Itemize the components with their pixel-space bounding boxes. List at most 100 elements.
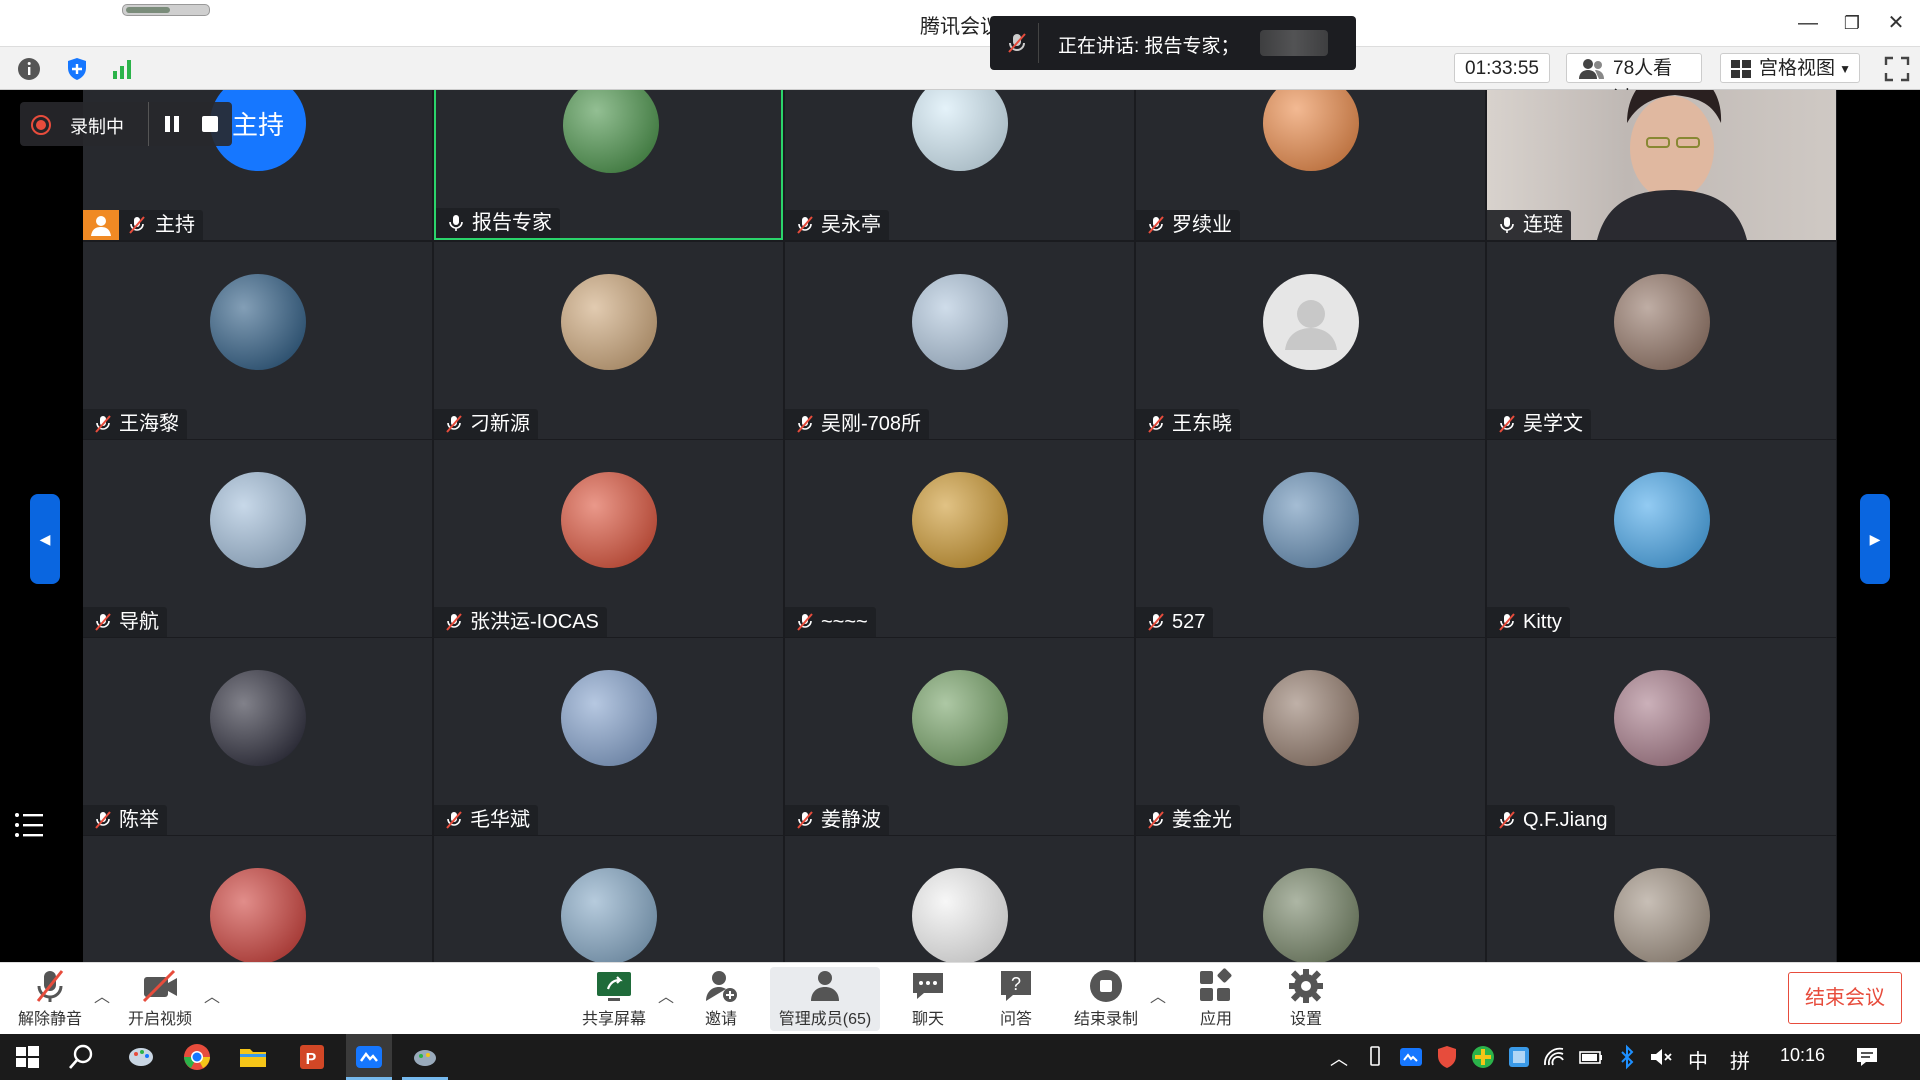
wifi-icon[interactable] [1542, 1044, 1568, 1070]
participant-name-tag: 张洪运-IOCAS [434, 607, 607, 637]
paint-app-icon[interactable] [124, 1040, 158, 1074]
restore-button[interactable]: ❐ [1834, 8, 1870, 38]
participant-tile[interactable]: 毛华斌 [434, 638, 783, 835]
participant-tile[interactable]: ~~~~ [785, 440, 1134, 637]
signal-bars-icon[interactable] [110, 56, 136, 82]
grid-view-icon [1731, 60, 1751, 78]
participant-tile[interactable]: Kitty [1487, 440, 1836, 637]
chevron-up-icon[interactable]: ︿ [658, 983, 674, 1007]
chevron-up-icon[interactable]: ︿ [1330, 1045, 1348, 1071]
tencent-meeting-icon[interactable] [352, 1040, 386, 1074]
minimize-button[interactable]: — [1790, 8, 1826, 38]
participant-tile[interactable]: 罗续业 [1136, 90, 1485, 240]
apps-button[interactable]: 应用 [1186, 967, 1246, 1031]
next-page-arrow[interactable]: ▶ [1860, 494, 1890, 584]
participant-tile[interactable]: 王海黎 [83, 242, 432, 439]
avatar [1614, 670, 1710, 766]
mic-muted-icon [797, 811, 813, 829]
avatar [1614, 472, 1710, 568]
start-video-button[interactable]: 开启视频 [122, 967, 198, 1031]
participant-name-tag: ~~~~ [785, 607, 876, 637]
attendance-button[interactable]: 78人看过 [1566, 53, 1702, 109]
participant-tile[interactable]: 王东晓 [1136, 242, 1485, 439]
mic-muted-icon [797, 613, 813, 631]
invite-label: 邀请 [704, 1011, 737, 1028]
chrome-icon[interactable] [180, 1040, 214, 1074]
shield-icon[interactable] [64, 56, 90, 82]
avatar [912, 670, 1008, 766]
drag-handle[interactable] [122, 4, 210, 16]
qa-label: 问答 [999, 1011, 1032, 1028]
volume-muted-icon[interactable] [1648, 1044, 1674, 1070]
participant-tile[interactable]: 刁新源 [434, 242, 783, 439]
file-explorer-icon[interactable] [236, 1040, 270, 1074]
control-bar: 解除静音 ︿ 开启视频 ︿ 共享屏幕 ︿ 邀请 管理成员(65) 聊天 ? 问答… [0, 962, 1920, 1035]
mic-muted-icon [797, 216, 813, 234]
participant-tile[interactable]: 吴永亭 [785, 90, 1134, 240]
tray-app-icon[interactable] [1470, 1044, 1496, 1070]
invite-button[interactable]: 邀请 [688, 967, 754, 1031]
participant-tile[interactable] [1136, 836, 1485, 962]
battery-icon[interactable] [1578, 1044, 1604, 1070]
participant-tile[interactable]: 吴刚-708所 [785, 242, 1134, 439]
manage-members-button[interactable]: 管理成员(65) [770, 967, 880, 1031]
participant-tile[interactable] [785, 836, 1134, 962]
participant-tile[interactable]: Q.F.Jiang [1487, 638, 1836, 835]
members-icon [811, 971, 839, 1001]
usb-icon[interactable] [1362, 1044, 1388, 1070]
end-meeting-button[interactable]: 结束会议 [1788, 972, 1902, 1024]
share-screen-button[interactable]: 共享屏幕 [576, 967, 652, 1031]
participant-name: 王海黎 [119, 413, 179, 435]
stop-recording-button[interactable]: 结束录制 [1068, 967, 1144, 1031]
clock[interactable]: 10:16 [1780, 1045, 1825, 1066]
settings-button[interactable]: 设置 [1276, 967, 1336, 1031]
chevron-up-icon[interactable]: ︿ [204, 983, 220, 1007]
fullscreen-icon[interactable] [1884, 56, 1910, 82]
qa-button[interactable]: ? 问答 [986, 967, 1046, 1031]
participant-tile[interactable]: 姜静波 [785, 638, 1134, 835]
chat-icon [913, 973, 943, 999]
participant-tile[interactable]: 527 [1136, 440, 1485, 637]
participant-tile[interactable]: 连琏 [1487, 90, 1836, 240]
windows-start-icon[interactable] [10, 1040, 44, 1074]
input-method-indicator[interactable]: 中 [1688, 1045, 1708, 1074]
powerpoint-icon[interactable]: P [294, 1040, 328, 1074]
notification-icon[interactable] [1854, 1044, 1880, 1070]
mic-muted-icon [95, 811, 111, 829]
unmute-button[interactable]: 解除静音 [12, 967, 88, 1031]
participant-name: 连琏 [1523, 214, 1563, 236]
participant-name: 吴刚-708所 [821, 413, 922, 435]
participant-tile[interactable] [1487, 836, 1836, 962]
participant-tile[interactable] [83, 836, 432, 962]
participant-tile[interactable]: 姜金光 [1136, 638, 1485, 835]
bluetooth-icon[interactable] [1614, 1044, 1640, 1070]
participant-name: 张洪运-IOCAS [470, 611, 599, 633]
tray-app-icon[interactable] [1506, 1044, 1532, 1070]
security-shield-icon[interactable] [1434, 1044, 1460, 1070]
stop-icon[interactable] [200, 114, 220, 134]
invite-icon [706, 971, 737, 1002]
info-icon[interactable] [16, 56, 42, 82]
speaker-wave [1260, 30, 1328, 56]
participant-tile[interactable]: 报告专家 [434, 90, 783, 240]
member-list-icon[interactable] [14, 812, 44, 838]
previous-page-arrow[interactable]: ◀ [30, 494, 60, 584]
app-icon[interactable] [408, 1040, 442, 1074]
participant-name: 毛华斌 [470, 809, 530, 831]
avatar [912, 868, 1008, 962]
participant-tile[interactable]: 陈举 [83, 638, 432, 835]
chevron-up-icon[interactable]: ︿ [1150, 983, 1166, 1007]
participant-tile[interactable]: 张洪运-IOCAS [434, 440, 783, 637]
pause-icon[interactable] [162, 114, 182, 134]
close-button[interactable]: ✕ [1878, 8, 1914, 38]
chevron-up-icon[interactable]: ︿ [94, 983, 110, 1007]
search-icon[interactable] [64, 1040, 98, 1074]
view-mode-dropdown[interactable]: 宫格视图 ▼ [1720, 53, 1860, 83]
chat-button[interactable]: 聊天 [898, 967, 958, 1031]
input-mode-indicator[interactable]: 拼 [1730, 1045, 1750, 1074]
participant-tile[interactable] [434, 836, 783, 962]
mic-muted-icon [446, 613, 462, 631]
tencent-meeting-tray-icon[interactable] [1398, 1044, 1424, 1070]
participant-tile[interactable]: 吴学文 [1487, 242, 1836, 439]
participant-tile[interactable]: 导航 [83, 440, 432, 637]
